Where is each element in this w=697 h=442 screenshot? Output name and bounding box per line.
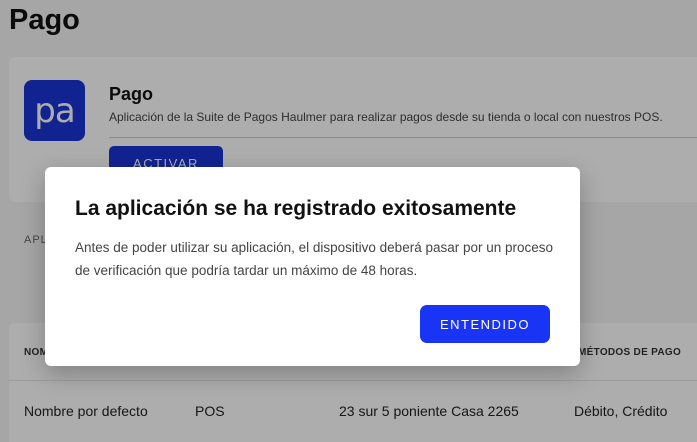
success-dialog: La aplicación se ha registrado exitosame…	[45, 167, 580, 366]
app-page: Pago pa Pago Aplicación de la Suite de P…	[0, 0, 697, 442]
dialog-title: La aplicación se ha registrado exitosame…	[75, 197, 517, 220]
understood-button[interactable]: ENTENDIDO	[420, 305, 550, 343]
dialog-body: Antes de poder utilizar su aplicación, e…	[75, 240, 554, 278]
